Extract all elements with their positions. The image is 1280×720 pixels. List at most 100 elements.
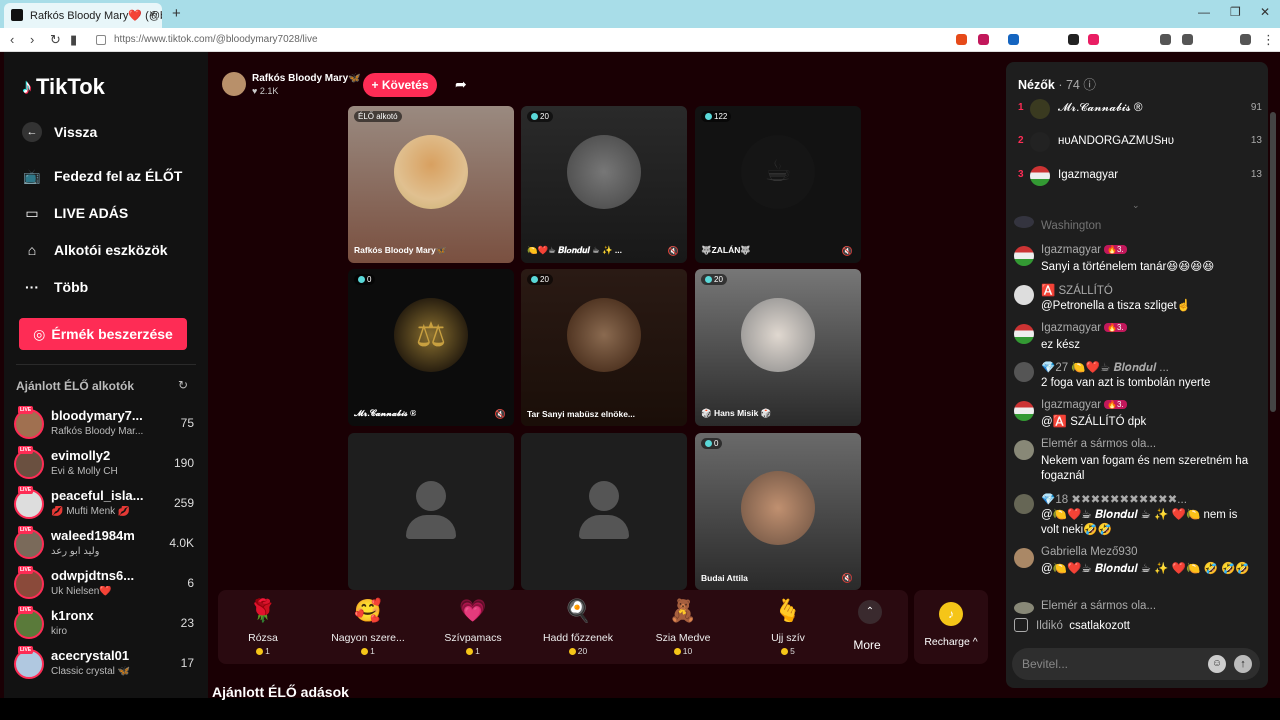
gift-name: Szia Medve <box>655 632 711 644</box>
emoji-icon[interactable]: ☺ <box>1208 655 1226 673</box>
bookmark-icon[interactable]: ▮ <box>70 32 77 48</box>
tiktok-note-icon: ♪ <box>22 75 32 98</box>
menu-icon[interactable]: ⋮ <box>1262 32 1275 48</box>
chat-input[interactable] <box>1022 654 1202 674</box>
tab-title: Rafkós Bloody Mary❤️ (@bl <box>30 10 162 22</box>
creator-item[interactable]: LIVE evimolly2 Évi & Molly CH 190 <box>14 446 200 482</box>
chat-text: @🍋❤️☕ 𝑩𝒍𝒐𝒏𝒅𝒖𝒍 ☕ ✨ ❤️🍋 nem is volt neki🤣🤣 <box>1041 509 1238 536</box>
guest-tile[interactable]: 20 🍋❤️☕ 𝑩𝒍𝒐𝒏𝒅𝒖𝒍 ☕ ✨ ... 🔇 <box>521 106 687 263</box>
minimize-icon[interactable]: — <box>1198 5 1210 19</box>
level-badge: 🔥3. <box>1104 323 1127 332</box>
chat-username[interactable]: 💎27 🍋❤️☕ 𝑩𝒍𝒐𝒏𝒅𝒖𝒍 ... <box>1041 360 1169 375</box>
host-likes: ♥ 2.1K <box>252 86 279 96</box>
nav-explore-live[interactable]: 📺 Fedezd fel az ÉLŐT <box>22 166 182 186</box>
finger-heart-icon: 🫰 <box>774 598 802 623</box>
share-icon[interactable]: ➦ <box>455 76 467 93</box>
extension-icon[interactable] <box>978 34 989 45</box>
music-icon[interactable] <box>1160 34 1171 45</box>
more-label: More <box>853 638 881 652</box>
guest-tile[interactable]: 20 Tar Sanyi mabüsz elnöke... <box>521 269 687 426</box>
viewer-badge: 20 <box>527 111 553 122</box>
creator-item[interactable]: LIVE bloodymary7... Rafkós Bloody Mar...… <box>14 406 200 442</box>
extension-icon[interactable] <box>1088 34 1099 45</box>
chevron-down-icon[interactable]: ⌄ <box>1132 200 1140 211</box>
placeholder-user-icon <box>589 481 619 511</box>
level-badge: 🔥3. <box>1104 400 1127 409</box>
restore-icon[interactable]: ❐ <box>1230 5 1241 19</box>
chat-username[interactable]: Elemér a sármos ola... <box>1041 600 1156 612</box>
shield-icon[interactable] <box>1240 34 1251 45</box>
refresh-icon[interactable]: ↻ <box>178 378 188 392</box>
top-viewer[interactable]: 1 𝓜𝓻.𝓒𝓪𝓷𝓷𝓪𝓫𝓲𝓼 ® 91 <box>1018 98 1262 120</box>
tab-close-button[interactable]: × <box>149 7 156 21</box>
muted-mic-icon: 🔇 <box>841 573 853 583</box>
nav-creator-tools[interactable]: ⌂ Alkotói eszközök <box>22 240 168 260</box>
recharge-button[interactable]: ♪ Recharge ^ <box>914 590 988 664</box>
back-icon[interactable]: ‹ <box>10 32 14 47</box>
chat-username[interactable]: Igazmagyar 🔥3. <box>1041 399 1127 411</box>
creator-name: bloodymary7... <box>51 408 143 423</box>
gift-cost: 1 <box>323 646 413 656</box>
host-avatar[interactable] <box>222 72 246 96</box>
chat-panel: Nézők · 74 ⓘ 1 𝓜𝓻.𝓒𝓪𝓷𝓷𝓪𝓫𝓲𝓼 ® 91 2 ʜᴜANDO… <box>1006 62 1268 688</box>
chat-username[interactable]: 💎18 ✖✖✖✖✖✖✖✖✖✖✖... <box>1041 492 1187 506</box>
gift-cost: 20 <box>533 646 623 656</box>
joined-user[interactable]: Ildikó <box>1036 620 1063 632</box>
chat-username[interactable]: Igazmagyar 🔥3. <box>1041 244 1127 256</box>
sidebar-toggle-icon[interactable] <box>1182 34 1193 45</box>
translate-icon[interactable] <box>1008 34 1019 45</box>
creator-item[interactable]: LIVE k1ronx kiro 23 <box>14 606 200 642</box>
guest-tile[interactable]: 0 Budai Attila 🔇 <box>695 433 861 590</box>
gift-finger-heart[interactable]: 🫰 Ujj szív 5 <box>743 596 833 656</box>
guest-tile[interactable]: 0 ⚖ 𝓜𝓻.𝓒𝓪𝓷𝓷𝓪𝓫𝓲𝓼 ® 🔇 <box>348 269 514 426</box>
top-viewer[interactable]: 3 Igazmagyar 13 <box>1018 165 1262 187</box>
chat-message: Igazmagyar 🔥3. ez kész <box>1014 322 1260 358</box>
chat-username[interactable]: Igazmagyar 🔥3. <box>1041 322 1127 334</box>
gift-let-them-cook[interactable]: 🍳 Hadd főzzenek 20 <box>533 596 623 656</box>
creator-item[interactable]: LIVE waleed1984m وليد ابو رعد 4.0K <box>14 526 200 562</box>
gift-love[interactable]: 🥰 Nagyon szere... 1 <box>323 596 413 656</box>
guest-tile[interactable]: 122 ☕ 🐺ZALÁN🐺 🔇 <box>695 106 861 263</box>
window-close-icon[interactable]: ✕ <box>1260 5 1270 19</box>
get-coins-button[interactable]: ◎ Érmék beszerzése <box>19 318 187 350</box>
creator-item[interactable]: LIVE acecrystal01 Classic crystal 🦋 17 <box>14 646 200 682</box>
empty-guest-slot[interactable] <box>521 433 687 590</box>
gift-bear[interactable]: 🧸 Szia Medve 10 <box>638 596 728 656</box>
browser-tab[interactable]: Rafkós Bloody Mary❤️ (@bl × <box>4 3 162 28</box>
muted-mic-icon: 🔇 <box>841 246 853 256</box>
more-gifts-button[interactable]: ⌃ More <box>853 600 885 652</box>
chat-username[interactable]: Washington <box>1041 220 1101 232</box>
creator-item[interactable]: LIVE odwpjdtns6... Uk Nielsen❤️ 6 <box>14 566 200 602</box>
send-icon[interactable]: ↑ <box>1234 655 1252 673</box>
nav-more[interactable]: ··· Több <box>22 277 88 297</box>
address-bar: ‹ › ↻ ▮ https://www.tiktok.com/@bloodyma… <box>0 28 1280 52</box>
chat-username[interactable]: Gabriella Mező930 <box>1041 546 1138 558</box>
new-tab-button[interactable]: + <box>172 5 181 22</box>
tiktok-live-page: ♪ TikTok ← Vissza 📺 Fedezd fel az ÉLŐT ▭… <box>0 52 1280 700</box>
tiktok-logo[interactable]: ♪ TikTok <box>22 74 105 100</box>
extension-icon[interactable] <box>1068 34 1079 45</box>
chat-username[interactable]: Elemér a sármos ola... <box>1041 438 1156 450</box>
gift-heart-puff[interactable]: 💗 Szívpamacs 1 <box>428 596 518 656</box>
nav-go-live[interactable]: ▭ LIVE ADÁS <box>22 203 128 223</box>
top-viewer[interactable]: 2 ʜᴜANDORGAZMUSʜᴜ 13 <box>1018 131 1262 153</box>
follow-button[interactable]: + Követés <box>363 73 437 97</box>
chat-username[interactable]: 🅰️ SZÁLLÍTÓ <box>1041 283 1113 297</box>
recommended-creators-title: Ajánlott ÉLŐ alkotók <box>16 379 135 393</box>
page-scrollbar[interactable] <box>1270 112 1276 412</box>
guest-tile[interactable]: ÉLŐ alkotó Rafkós Bloody Mary🦋 <box>348 106 514 263</box>
guest-name: 🐺ZALÁN🐺 <box>701 245 751 255</box>
avatar <box>1030 99 1050 119</box>
url-field[interactable]: https://www.tiktok.com/@bloodymary7028/l… <box>92 31 952 49</box>
reload-icon[interactable]: ↻ <box>50 32 61 48</box>
nav-back[interactable]: ← Vissza <box>22 122 97 142</box>
creator-item[interactable]: LIVE peaceful_isla... 💋 Mufti Menk 💋 259 <box>14 486 200 522</box>
guest-tile[interactable]: 20 🎲 Hans Misik 🎲 <box>695 269 861 426</box>
avatar <box>1014 324 1034 344</box>
empty-guest-slot[interactable] <box>348 433 514 590</box>
extension-icon[interactable] <box>956 34 967 45</box>
forward-icon[interactable]: › <box>30 32 34 47</box>
host-name[interactable]: Rafkós Bloody Mary🦋 <box>252 73 361 84</box>
gift-rose[interactable]: 🌹 Rózsa 1 <box>218 596 308 656</box>
site-info-icon[interactable] <box>96 35 106 45</box>
